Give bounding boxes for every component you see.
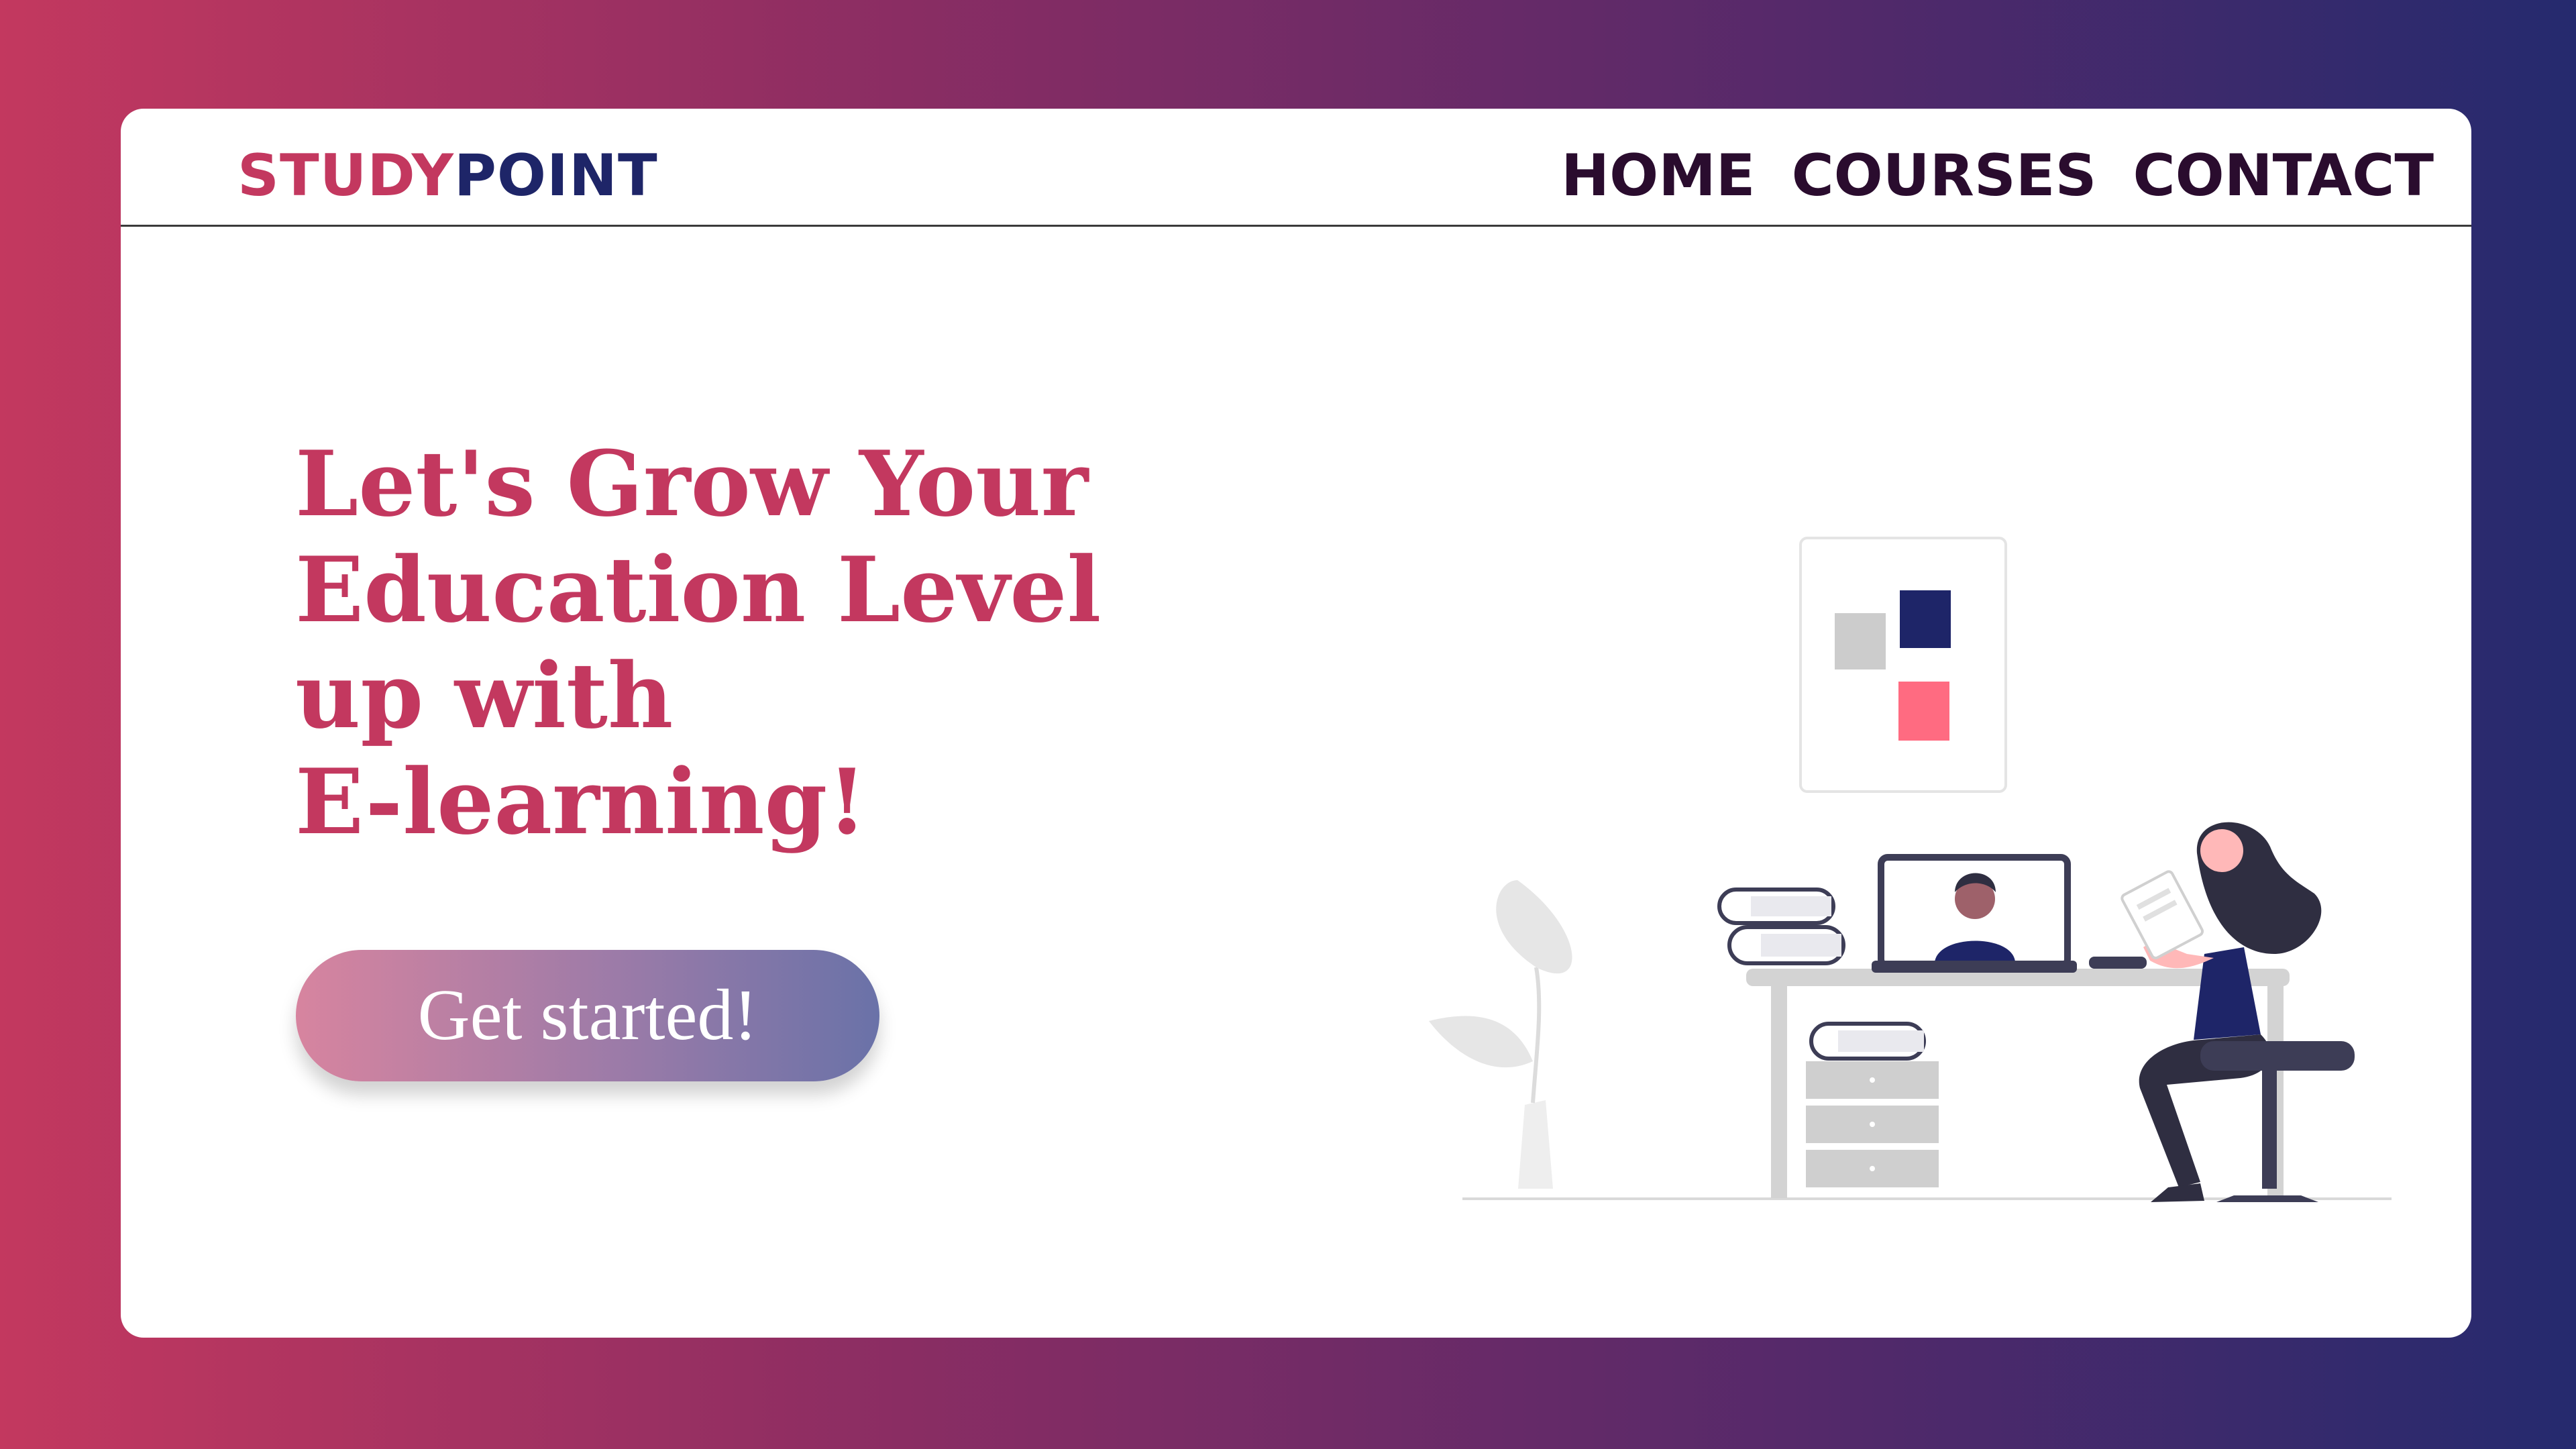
nav-contact[interactable]: CONTACT <box>2133 142 2434 209</box>
hero-headline: Let's Grow Your Education Level up with … <box>295 431 1301 855</box>
headline-line-3: up with <box>295 643 674 749</box>
logo[interactable]: STUDYPOINT <box>237 142 658 209</box>
logo-point: POINT <box>453 142 658 209</box>
plant-icon <box>1429 880 1572 1189</box>
main-nav: HOME COURSES CONTACT <box>1561 142 2434 209</box>
headline-line-1: Let's Grow Your <box>295 431 1089 537</box>
elearning-illustration <box>1429 537 2392 1202</box>
nav-home[interactable]: HOME <box>1561 142 1755 209</box>
header: STUDYPOINT HOME COURSES CONTACT <box>121 109 2471 227</box>
logo-study: STUDY <box>237 142 454 209</box>
person-icon <box>2121 822 2322 1202</box>
wall-art-icon <box>1799 537 2007 793</box>
nav-courses[interactable]: COURSES <box>1792 142 2097 209</box>
main-card: STUDYPOINT HOME COURSES CONTACT Let's Gr… <box>121 109 2471 1338</box>
laptop-icon <box>1872 854 2147 973</box>
headline-line-4: E-learning! <box>295 749 867 855</box>
get-started-button[interactable]: Get started! <box>296 950 879 1081</box>
headline-line-2: Education Level <box>295 537 1102 643</box>
